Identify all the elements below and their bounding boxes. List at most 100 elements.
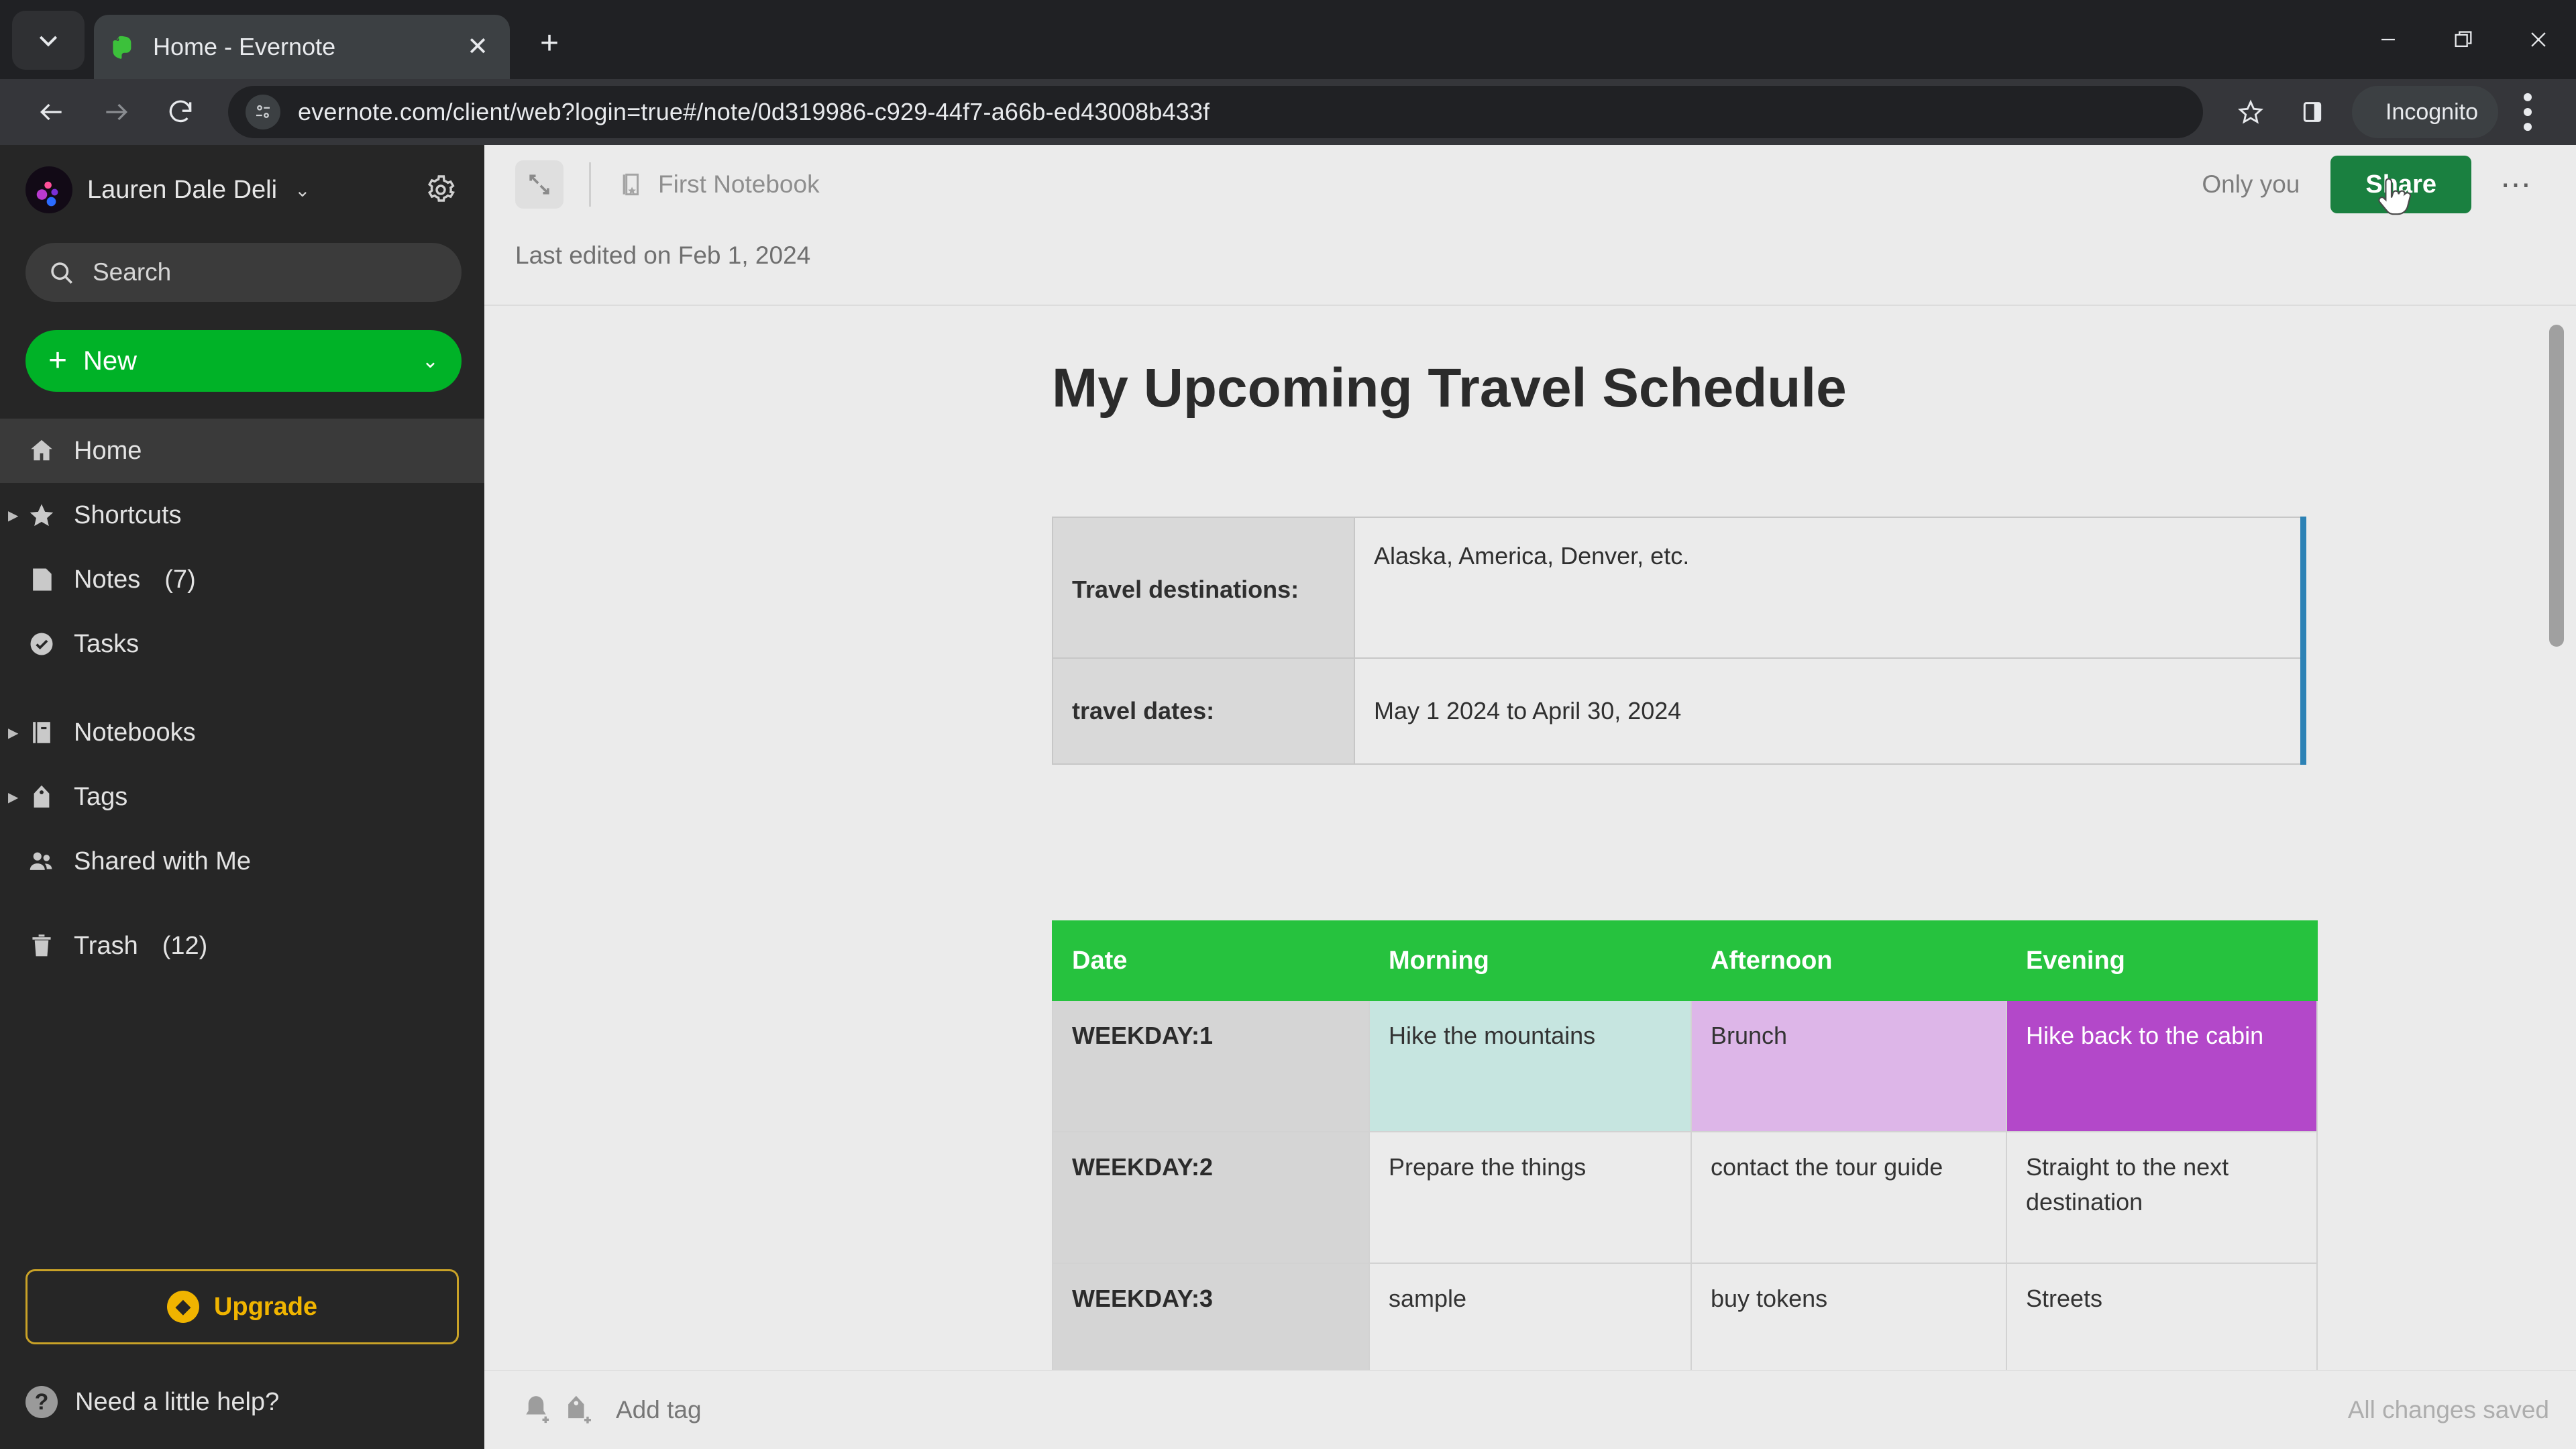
sidebar-item-shortcuts[interactable]: ▶ Shortcuts (0, 483, 484, 547)
cell-evening[interactable]: Straight to the next destination (2006, 1131, 2318, 1264)
add-reminder-button[interactable] (515, 1389, 557, 1431)
reload-button[interactable] (152, 83, 209, 141)
back-arrow-icon (40, 103, 62, 121)
account-row[interactable]: Lauren Dale Deli ⌄ (0, 145, 484, 213)
bookmark-button[interactable] (2222, 83, 2279, 141)
notes-icon (25, 564, 58, 596)
info-value[interactable]: May 1 2024 to April 30, 2024 (1354, 657, 2304, 765)
sidebar-item-notes[interactable]: Notes (7) (0, 547, 484, 612)
schedule-table[interactable]: Date Morning Afternoon Evening WEEKDAY:1… (1052, 920, 2318, 1370)
table-row[interactable]: Travel destinations: Alaska, America, De… (1052, 517, 2304, 659)
share-button[interactable]: Share (2330, 156, 2471, 215)
site-settings-icon[interactable] (246, 95, 280, 129)
sidebar-item-shared-with-me[interactable]: Shared with Me (0, 829, 484, 894)
table-row[interactable]: travel dates: May 1 2024 to April 30, 20… (1052, 657, 2304, 765)
close-window-button[interactable] (2501, 0, 2576, 79)
profile-chip[interactable]: Incognito (2352, 86, 2498, 138)
tab-close-button[interactable]: ✕ (460, 30, 495, 64)
column-header-afternoon[interactable]: Afternoon (1690, 920, 2007, 1001)
side-panel-button[interactable] (2284, 83, 2341, 141)
table-row[interactable]: WEEKDAY:2 Prepare the things contact the… (1052, 1131, 2318, 1264)
sidebar-item-trash[interactable]: Trash (12) (0, 914, 484, 978)
reload-icon (169, 100, 192, 123)
search-input[interactable]: Search (25, 243, 462, 302)
avatar (25, 166, 72, 213)
star-icon (25, 499, 58, 531)
sidebar-item-label: Tags (74, 782, 128, 811)
browser-toolbar: evernote.com/client/web?login=true#/note… (0, 79, 2576, 145)
table-row[interactable]: WEEKDAY:3 sample buy tokens Streets (1052, 1263, 2318, 1370)
chevron-down-icon (39, 36, 58, 47)
settings-button[interactable] (420, 169, 462, 211)
sidebar-divider-space-2 (0, 894, 484, 914)
notebook-chip[interactable]: First Notebook (616, 170, 820, 199)
cell-date[interactable]: WEEKDAY:2 (1052, 1131, 1370, 1264)
browser-tab[interactable]: Home - Evernote ✕ (94, 15, 510, 79)
chevron-down-icon: ⌄ (294, 179, 311, 201)
note-scroll-area[interactable]: My Upcoming Travel Schedule Travel desti… (484, 306, 2576, 1370)
new-tab-button[interactable]: + (527, 21, 572, 66)
column-header-morning[interactable]: Morning (1368, 920, 1692, 1001)
sidebar-item-label: Tasks (74, 629, 140, 658)
cell-afternoon[interactable]: contact the tour guide (1690, 1131, 2007, 1264)
expand-arrow-icon[interactable]: ▶ (8, 789, 18, 806)
note-title[interactable]: My Upcoming Travel Schedule (1052, 306, 2576, 420)
close-icon (2531, 32, 2546, 47)
trash-icon (25, 930, 58, 962)
sidebar-item-label: Shortcuts (74, 500, 182, 529)
cell-morning[interactable]: sample (1368, 1263, 1692, 1370)
cell-date[interactable]: WEEKDAY:1 (1052, 1000, 1370, 1132)
new-button[interactable]: + New ⌄ (25, 330, 462, 392)
upgrade-label: Upgrade (213, 1292, 318, 1321)
sidebar-item-tags[interactable]: ▶ Tags (0, 765, 484, 829)
cell-evening[interactable]: Streets (2006, 1263, 2318, 1370)
info-key[interactable]: travel dates: (1052, 657, 1355, 765)
info-value[interactable]: Alaska, America, Denver, etc. (1354, 517, 2304, 659)
browser-menu-button[interactable] (2502, 83, 2553, 141)
maximize-button[interactable] (2426, 0, 2501, 79)
profile-label: Incognito (2385, 99, 2478, 125)
note-pane: First Notebook Only you Share ⋯ Last edi… (484, 145, 2576, 1449)
info-key[interactable]: Travel destinations: (1052, 517, 1355, 659)
tab-search-button[interactable] (12, 11, 85, 70)
column-header-evening[interactable]: Evening (2006, 920, 2318, 1001)
help-button[interactable]: ? Need a little help? (25, 1386, 459, 1418)
add-reminder-icon (526, 1396, 549, 1424)
column-header-date[interactable]: Date (1052, 920, 1370, 1001)
notebook-icon (25, 716, 58, 749)
add-tag-label[interactable]: Add tag (616, 1396, 702, 1424)
add-tag-button[interactable] (557, 1389, 598, 1431)
add-tag-icon (568, 1395, 591, 1424)
upgrade-button[interactable]: ◆ Upgrade (25, 1269, 459, 1344)
cell-evening[interactable]: Hike back to the cabin (2006, 1000, 2318, 1132)
home-icon (25, 435, 58, 467)
sidebar-item-notebooks[interactable]: ▶ Notebooks (0, 700, 484, 765)
cell-morning[interactable]: Prepare the things (1368, 1131, 1692, 1264)
travel-info-table[interactable]: Travel destinations: Alaska, America, De… (1052, 517, 2306, 765)
forward-button[interactable] (87, 83, 145, 141)
cell-date[interactable]: WEEKDAY:3 (1052, 1263, 1370, 1370)
address-bar[interactable]: evernote.com/client/web?login=true#/note… (228, 86, 2203, 138)
chevron-down-icon: ⌄ (421, 350, 439, 372)
expand-arrow-icon[interactable]: ▶ (8, 507, 18, 524)
minimize-button[interactable] (2351, 0, 2426, 79)
help-label: Need a little help? (75, 1387, 280, 1416)
new-button-label: New (83, 345, 138, 376)
expand-note-button[interactable] (515, 160, 564, 209)
page-content: Lauren Dale Deli ⌄ Search + New ⌄ Home ▶… (0, 145, 2576, 1449)
note-more-button[interactable]: ⋯ (2485, 156, 2549, 213)
gear-icon (427, 175, 455, 202)
scrollbar-thumb[interactable] (2549, 325, 2564, 647)
table-row[interactable]: WEEKDAY:1 Hike the mountains Brunch Hike… (1052, 1000, 2318, 1132)
sidebar-divider-space (0, 676, 484, 700)
note-title-wrap: My Upcoming Travel Schedule (515, 306, 2576, 420)
sidebar-item-label: Notebooks (74, 718, 196, 747)
cell-morning[interactable]: Hike the mountains (1368, 1000, 1692, 1132)
sidebar-item-home[interactable]: Home (0, 419, 484, 483)
table-header-row: Date Morning Afternoon Evening (1052, 920, 2318, 1001)
back-button[interactable] (23, 83, 80, 141)
cell-afternoon[interactable]: Brunch (1690, 1000, 2007, 1132)
expand-arrow-icon[interactable]: ▶ (8, 724, 18, 741)
sidebar-item-tasks[interactable]: Tasks (0, 612, 484, 676)
cell-afternoon[interactable]: buy tokens (1690, 1263, 2007, 1370)
